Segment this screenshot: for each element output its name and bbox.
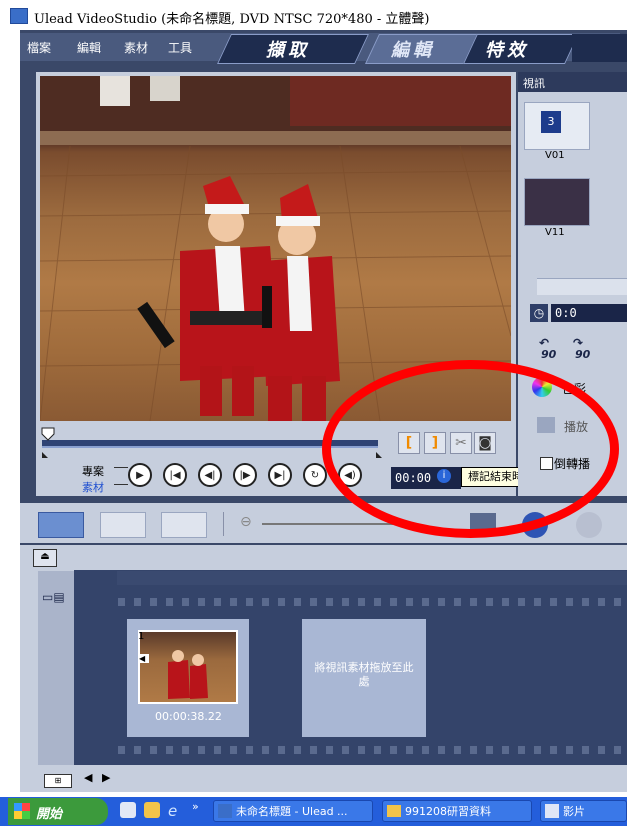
- library-clip-v01[interactable]: 3: [524, 102, 590, 150]
- start-label: 開始: [36, 807, 63, 822]
- taskbar-video[interactable]: 影片: [540, 800, 627, 822]
- taskbar-folder[interactable]: 991208研習資料: [382, 800, 532, 822]
- rotate-left-button[interactable]: ↶ 90: [537, 336, 561, 361]
- rotate-right-button[interactable]: ↷ 90: [571, 336, 595, 361]
- next-frame-button[interactable]: |▶: [233, 463, 257, 487]
- menu-clip[interactable]: 素材: [124, 39, 148, 56]
- mode-project[interactable]: 專案: [82, 463, 104, 479]
- menu-edit[interactable]: 編輯: [77, 39, 101, 56]
- clock-icon: ◷: [530, 304, 548, 322]
- title-bar: Ulead VideoStudio (未命名標題, DVD NTSC 720*4…: [0, 0, 627, 30]
- tab-edit[interactable]: 編輯: [391, 36, 435, 62]
- scroll-right-icon[interactable]: ▶: [102, 771, 110, 784]
- clip-thumbnail: [138, 630, 238, 704]
- ruler: [117, 571, 627, 585]
- kid-right: [262, 184, 340, 421]
- kid-left: [137, 176, 280, 416]
- film-perforations-top: [118, 598, 627, 606]
- folder-icon: [387, 805, 401, 817]
- audio-view-icon[interactable]: [161, 512, 207, 538]
- repeat-button[interactable]: ↻: [303, 463, 327, 487]
- quicklaunch-ie-icon[interactable]: e: [168, 802, 184, 820]
- menu-tools[interactable]: 工具: [168, 39, 192, 56]
- taskbar-videostudio[interactable]: 未命名標題 - Ulead ...: [213, 800, 373, 822]
- clip-index: 1: [138, 631, 145, 642]
- clip-duration: 00:00:38.22: [155, 710, 222, 723]
- clip-audio-icon: ◀: [139, 654, 149, 663]
- video-doc-icon: [545, 804, 559, 818]
- mode-clip[interactable]: 素材: [82, 479, 104, 495]
- tab-capture[interactable]: 擷取: [266, 36, 310, 62]
- quicklaunch-desktop-icon[interactable]: [120, 802, 136, 818]
- library-clip-v11-label: V11: [545, 227, 565, 238]
- clip-thumbnail-image: [168, 650, 208, 699]
- duration-field[interactable]: 0:0: [551, 304, 627, 322]
- previous-frame-button[interactable]: ◀|: [198, 463, 222, 487]
- clip-badge: 3: [541, 111, 561, 133]
- options-tab[interactable]: [537, 278, 627, 295]
- mode-line-clip: [114, 484, 128, 485]
- app-icon: [10, 8, 28, 24]
- timeline-view-icon[interactable]: [100, 512, 146, 538]
- redo-button[interactable]: [576, 512, 602, 538]
- window-title: Ulead VideoStudio (未命名標題, DVD NTSC 720*4…: [34, 12, 430, 27]
- toolbar-divider: [223, 512, 224, 536]
- drop-zone-hint: 將視訊素材拖放至此處: [314, 661, 414, 688]
- mode-line-project: [114, 467, 128, 468]
- videostudio-icon: [218, 804, 232, 818]
- library-clip-v01-label: V01: [545, 150, 565, 161]
- windows-logo-icon: [14, 803, 30, 819]
- library-category[interactable]: 視訊: [523, 75, 545, 91]
- tab-overflow: [572, 34, 627, 62]
- go-to-start-button[interactable]: |◀: [163, 463, 187, 487]
- start-button[interactable]: 開始: [8, 798, 108, 825]
- menu-file[interactable]: 檔案: [27, 39, 51, 56]
- tab-effects[interactable]: 特效: [485, 36, 529, 62]
- scroll-left-icon[interactable]: ◀: [84, 771, 92, 784]
- timeline-scrollbar[interactable]: [38, 770, 627, 788]
- zoom-fit-icon[interactable]: ⊞: [44, 774, 72, 788]
- zoom-out-icon[interactable]: ⊖: [240, 514, 260, 534]
- storyboard-view-icon[interactable]: [38, 512, 84, 538]
- quicklaunch-more-icon[interactable]: »: [192, 800, 199, 813]
- film-perforations-bottom: [118, 746, 627, 754]
- quicklaunch-folder-icon[interactable]: [144, 802, 160, 818]
- eject-icon[interactable]: ⏏: [33, 549, 57, 567]
- go-to-end-button[interactable]: ▶|: [268, 463, 292, 487]
- annotation-ellipse: [322, 360, 619, 538]
- play-button[interactable]: ▶: [128, 463, 152, 487]
- track-icon[interactable]: ▭▤: [42, 590, 68, 610]
- library-clip-v11[interactable]: [524, 178, 590, 226]
